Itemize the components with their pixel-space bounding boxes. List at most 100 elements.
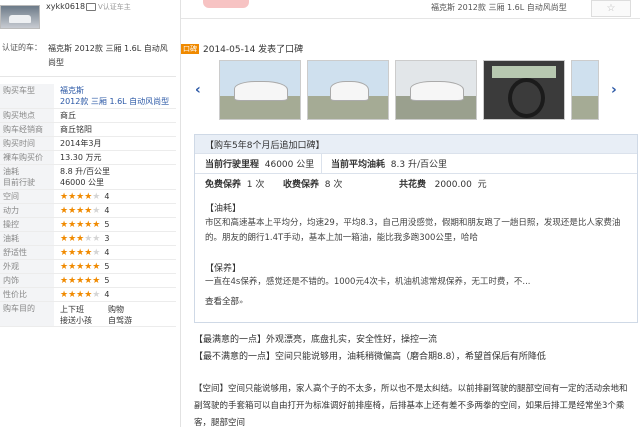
spec-value: 商丘 — [60, 111, 76, 120]
spec-value: 8.8 升/百公里 46000 公里 — [60, 167, 110, 187]
rating-stars-icon: ★★★★★ — [60, 262, 101, 272]
rating-score: 5 — [104, 262, 110, 271]
rating-value: ★★★★★ 4 — [60, 246, 109, 259]
review-main: 福克斯 2012款 三厢 1.6L 自动风尚型 ☆ 口碑 2014-05-14 … — [181, 0, 640, 428]
rating-value: ★★★★★ 5 — [60, 218, 109, 231]
spec-key: 性价比 — [0, 288, 54, 301]
spec-key: 购买地点 — [0, 109, 54, 122]
stat-paid-maint: 收费保养 8 次 — [283, 180, 343, 190]
stat-row-1: 当前行驶里程 46000 公里 当前平均油耗 8.3 升/百公里 — [195, 153, 637, 173]
spec-row: 油耗 目前行驶 8.8 升/百公里 46000 公里 — [0, 165, 176, 190]
rating-row: 动力 ★★★★★ 4 — [0, 204, 176, 218]
followup-review-box: 【购车5年8个月后追加口碑】 当前行驶里程 46000 公里 当前平均油耗 8.… — [194, 134, 638, 323]
essence-ribbon — [203, 0, 249, 8]
gallery-photo[interactable] — [571, 60, 599, 120]
rating-row: 性价比 ★★★★★ 4 — [0, 288, 176, 302]
purpose-item: 购物 — [108, 305, 124, 314]
spec-key: 购车目的 — [0, 302, 54, 326]
spec-key: 舒适性 — [0, 246, 54, 259]
fuel-section-text: 市区和高速基本上平均分，均速29，平均8.3，自己用没感觉，假期和朋友跑了一趟日… — [205, 218, 621, 243]
spec-key: 空间 — [0, 190, 54, 203]
post-date: 2014-05-14 发表了口碑 — [203, 45, 304, 55]
spec-key: 动力 — [0, 204, 54, 217]
rating-stars-icon: ★★★★★ — [60, 290, 101, 300]
cert-badge: V认证车主 — [86, 2, 131, 12]
stat-row-2: 免费保养 1 次 收费保养 8 次 共花费 2000.00 元 — [195, 173, 637, 193]
spec-key: 油耗 目前行驶 — [0, 165, 54, 189]
spec-key: 购买时间 — [0, 137, 54, 150]
rating-row: 舒适性 ★★★★★ 4 — [0, 246, 176, 260]
followup-header: 【购车5年8个月后追加口碑】 — [195, 135, 637, 153]
breadcrumb[interactable]: 福克斯 2012款 三厢 1.6L 自动风尚型 — [431, 2, 567, 13]
spec-value: 2014年3月 — [60, 139, 102, 148]
rating-score: 5 — [104, 220, 110, 229]
purpose-row: 购车目的 上下班 购物接送小孩 自驾游 — [0, 302, 176, 327]
spec-key: 油耗 — [0, 232, 54, 245]
rating-value: ★★★★★ 4 — [60, 204, 109, 217]
purpose-item: 上下班 — [60, 305, 84, 314]
favorite-star-icon[interactable]: ☆ — [591, 0, 631, 17]
user-bar: xykk0618 V认证车主 — [0, 0, 180, 32]
avatar[interactable] — [0, 5, 40, 29]
spec-row: 裸车购买价 13.30 万元 — [0, 151, 176, 165]
username-link[interactable]: xykk0618 — [46, 2, 85, 11]
spec-row: 购车经销商 商丘铭阳 — [0, 123, 176, 137]
rating-stars-icon: ★★★★★ — [60, 192, 101, 202]
koubei-tag: 口碑 — [181, 44, 199, 54]
purpose-item: 接送小孩 — [60, 316, 92, 325]
spec-row: 购买时间 2014年3月 — [0, 137, 176, 151]
spec-key: 外观 — [0, 260, 54, 273]
rating-stars-icon: ★★★★★ — [60, 220, 101, 230]
rating-score: 5 — [104, 276, 110, 285]
spec-key: 购买车型 — [0, 84, 54, 108]
rating-value: ★★★★★ 4 — [60, 288, 109, 301]
rating-score: 4 — [104, 206, 110, 215]
view-all-link[interactable]: 查看全部» — [205, 295, 243, 307]
review-topbar: 福克斯 2012款 三厢 1.6L 自动风尚型 ☆ — [181, 0, 640, 19]
rating-score: 4 — [104, 192, 110, 201]
rating-value: ★★★★★ 4 — [60, 190, 109, 203]
spec-key: 内饰 — [0, 274, 54, 287]
spec-row: 购买车型 福克斯 2012款 三厢 1.6L 自动风尚型 — [0, 84, 176, 109]
rating-stars-icon: ★★★★★ — [60, 276, 101, 286]
spec-value[interactable]: 福克斯 2012款 三厢 1.6L 自动风尚型 — [60, 84, 169, 109]
worst-point: 【最不满意的一点】空间只能说够用，油耗稍微偏高（磨合期8.8），希望首保后有所降… — [194, 352, 546, 362]
stat-fuel: 当前平均油耗 8.3 升/百公里 — [331, 160, 447, 170]
rating-score: 4 — [104, 248, 110, 257]
spec-key: 购车经销商 — [0, 123, 54, 136]
spec-value[interactable]: 商丘铭阳 — [60, 123, 92, 136]
certified-car-label: 认证的车： — [2, 43, 42, 52]
gallery-photo[interactable] — [219, 60, 301, 120]
space-section: 【空间】空间只能说够用，家人高个子的不太多，所以也不是太纠结。以前排副驾驶的腿部… — [194, 384, 628, 428]
rating-score: 3 — [104, 234, 110, 243]
stat-total-cost: 共花费 2000.00 元 — [399, 180, 487, 190]
gallery-photo[interactable] — [307, 60, 389, 120]
purpose-list: 上下班 购物接送小孩 自驾游 — [60, 304, 170, 326]
rating-row: 油耗 ★★★★★ 3 — [0, 232, 176, 246]
rating-row: 外观 ★★★★★ 5 — [0, 260, 176, 274]
rating-value: ★★★★★ 5 — [60, 260, 109, 273]
gallery-photo[interactable] — [483, 60, 565, 120]
rating-value: ★★★★★ 5 — [60, 274, 109, 287]
gallery-photo[interactable] — [395, 60, 477, 120]
gallery-next-icon[interactable]: › — [611, 82, 617, 98]
fuel-section-title: 【油耗】 — [205, 204, 242, 214]
followup-header-text: 【购车5年8个月后追加口碑】 — [205, 141, 325, 151]
rating-row: 内饰 ★★★★★ 5 — [0, 274, 176, 288]
purchase-spec-table: 购买车型 福克斯 2012款 三厢 1.6L 自动风尚型 购买地点 商丘 购车经销商 商丘… — [0, 84, 176, 327]
certified-car: 认证的车： 福克斯 2012款 三厢 1.6L 自动风尚型 — [0, 36, 176, 77]
spec-value: 13.30 万元 — [60, 153, 102, 162]
car-icon — [86, 3, 96, 11]
purpose-item: 自驾游 — [108, 316, 132, 325]
spec-key: 操控 — [0, 218, 54, 231]
certified-car-value[interactable]: 福克斯 2012款 三厢 1.6L 自动风尚型 — [48, 42, 168, 70]
gallery-prev-icon[interactable]: ‹ — [195, 82, 201, 98]
best-point: 【最满意的一点】外观漂亮，底盘扎实，安全性好，操控一流 — [194, 335, 438, 345]
rating-row: 空间 ★★★★★ 4 — [0, 190, 176, 204]
maint-section-text: 一直在4s保养，感觉还是不错的。1000元4次卡，机油机滤常规保养，无工时费，不… — [205, 277, 531, 287]
double-chevron-icon: » — [239, 298, 244, 306]
photo-gallery: ‹ › — [181, 60, 640, 126]
spec-key: 裸车购买价 — [0, 151, 54, 164]
owner-sidebar: xykk0618 V认证车主 认证的车： 福克斯 2012款 三厢 1.6L 自… — [0, 0, 181, 427]
rating-stars-icon: ★★★★★ — [60, 248, 101, 258]
